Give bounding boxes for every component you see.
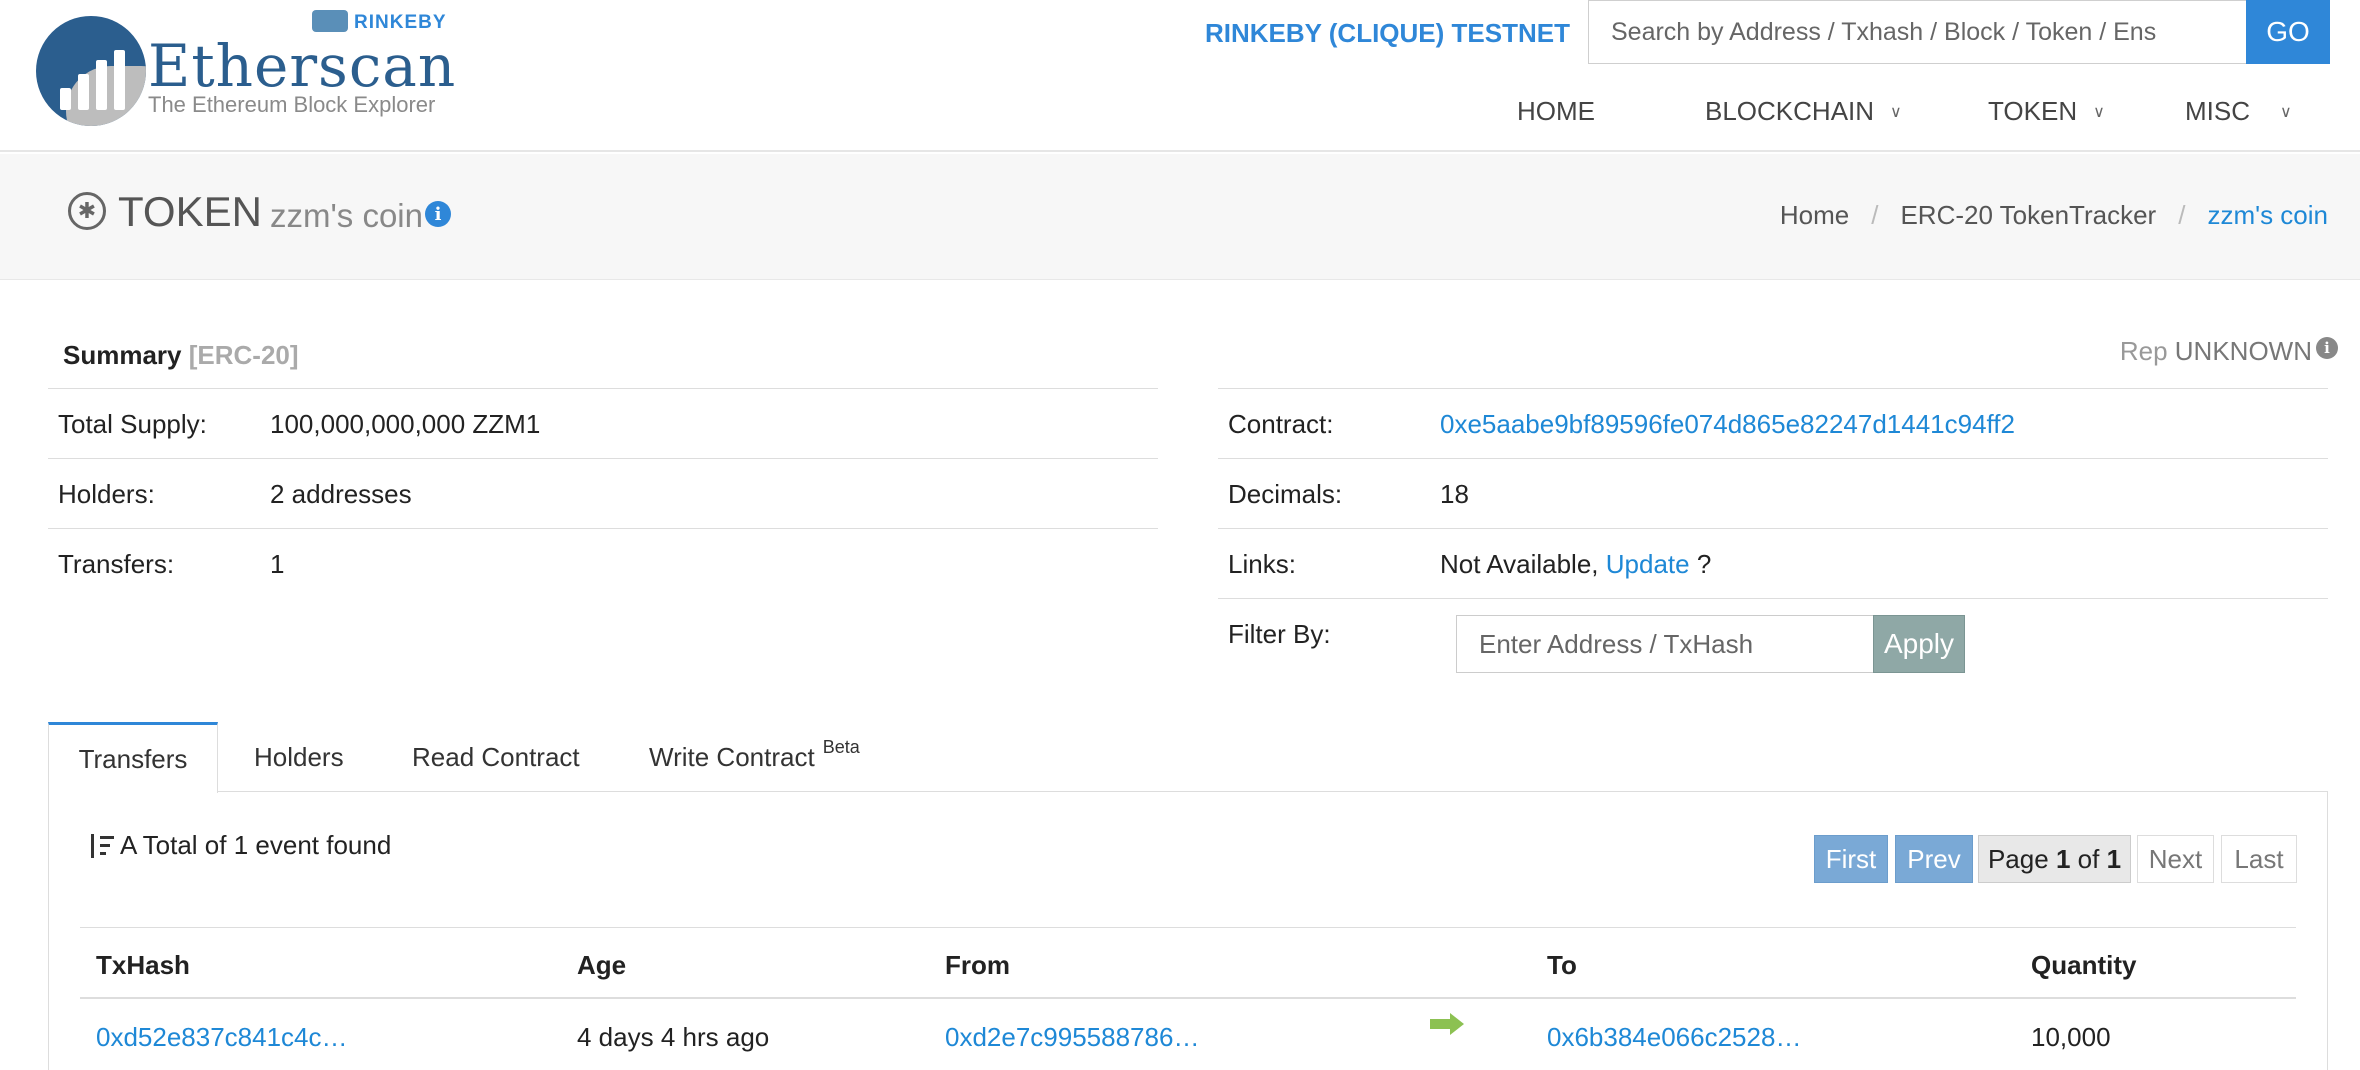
transfer-arrow-icon <box>1430 1013 1464 1035</box>
info-icon[interactable]: i <box>425 201 451 227</box>
event-count: A Total of 1 event found <box>88 830 391 861</box>
token-icon: ✱ <box>68 192 106 230</box>
nav-home[interactable]: HOME <box>1517 96 1595 127</box>
page-indicator: Page 1 of 1 <box>1978 835 2131 883</box>
decimals-label: Decimals: <box>1228 479 1343 509</box>
page-title: TOKEN <box>118 188 262 235</box>
transfers-label: Transfers: <box>58 549 175 579</box>
tab-read-contract[interactable]: Read Contract <box>382 722 610 792</box>
chevron-down-icon: ∨ <box>1890 103 1902 121</box>
links-value: Not Available, Update ? <box>1440 549 1711 580</box>
col-txhash: TxHash <box>96 950 190 980</box>
tab-transfers[interactable]: Transfers <box>48 722 218 793</box>
tab-holders-label: Holders <box>254 741 344 772</box>
nav-blockchain-label: BLOCKCHAIN <box>1705 96 1875 126</box>
network-label: RINKEBY (CLIQUE) TESTNET <box>1205 18 1570 48</box>
table-row: 0xd52e837c841c4c… 4 days 4 hrs ago 0xd2e… <box>80 1000 2296 1070</box>
reputation: Rep UNKNOWN <box>2120 336 2312 367</box>
breadcrumb-current[interactable]: zzm's coin <box>2207 200 2328 231</box>
summary-row-links: Links: Not Available, Update ? <box>1218 528 2328 598</box>
breadcrumb: Home / ERC-20 TokenTracker / zzm's coin <box>1780 200 2328 231</box>
summary-row-transfers: Transfers: 1 <box>48 528 1158 598</box>
contract-label: Contract: <box>1228 409 1334 439</box>
tab-read-contract-label: Read Contract <box>412 741 580 772</box>
token-name: zzm's coin <box>270 197 423 234</box>
links-update-link[interactable]: Update <box>1606 549 1690 579</box>
nav-misc-label: MISC <box>2185 96 2250 126</box>
age-value: 4 days 4 hrs ago <box>577 1022 770 1052</box>
beta-badge: Beta <box>822 736 860 757</box>
rep-value: UNKNOWN <box>2174 336 2312 366</box>
tab-holders[interactable]: Holders <box>224 722 374 792</box>
summary-row-contract: Contract: 0xe5aabe9bf89596fe074d865e8224… <box>1218 388 2328 458</box>
event-count-text: A Total of 1 event found <box>120 830 392 860</box>
search-go-button[interactable]: GO <box>2246 0 2330 64</box>
transfers-table-header: TxHash Age From To Quantity <box>80 927 2296 999</box>
to-address-link[interactable]: 0x6b384e066c2528… <box>1547 1022 1801 1052</box>
logo-wordmark: Etherscan <box>148 32 457 100</box>
filter-input[interactable] <box>1456 615 1874 673</box>
contract-address-link[interactable]: 0xe5aabe9bf89596fe074d865e82247d1441c94f… <box>1440 409 2015 440</box>
chevron-down-icon: ∨ <box>2280 103 2292 121</box>
total-pages: 1 <box>2106 843 2122 874</box>
breadcrumb-separator: / <box>1871 200 1879 230</box>
nav-home-label: HOME <box>1517 96 1595 126</box>
prev-page-button[interactable]: Prev <box>1895 835 1973 883</box>
page-of: of <box>2077 843 2100 874</box>
from-address-link[interactable]: 0xd2e7c995588786… <box>945 1022 1199 1052</box>
summary-row-holders: Holders: 2 addresses <box>48 458 1158 528</box>
col-to: To <box>1547 950 1577 980</box>
total-supply-label: Total Supply: <box>58 409 207 439</box>
sort-amount-icon <box>88 832 114 860</box>
tab-write-contract-label: Write Contract <box>649 741 815 772</box>
holders-value: 2 addresses <box>270 479 412 509</box>
logo-mark-icon <box>36 16 146 126</box>
holders-label: Holders: <box>58 479 155 509</box>
nav-token[interactable]: TOKEN ∨ <box>1988 96 2105 127</box>
site-header: Etherscan The Ethereum Block Explorer RI… <box>0 0 2360 152</box>
page-prefix: Page <box>1987 843 2049 874</box>
etherscan-logo[interactable]: Etherscan The Ethereum Block Explorer RI… <box>36 10 457 126</box>
tab-transfers-label: Transfers <box>78 743 188 774</box>
links-label: Links: <box>1228 549 1296 579</box>
first-page-button[interactable]: First <box>1814 835 1888 883</box>
logo-tagline: The Ethereum Block Explorer <box>148 92 436 117</box>
total-supply-value: 100,000,000,000 ZZM1 <box>270 409 541 439</box>
transfers-value: 1 <box>270 549 285 579</box>
network-badge: RINKEBY <box>354 12 447 33</box>
search-box <box>1588 0 2248 64</box>
next-page-button[interactable]: Next <box>2137 835 2214 883</box>
nav-token-label: TOKEN <box>1988 96 2078 126</box>
last-page-button[interactable]: Last <box>2221 835 2297 883</box>
network-train-icon <box>312 10 348 32</box>
chevron-down-icon: ∨ <box>2093 103 2105 121</box>
rep-label: Rep <box>2119 336 2168 366</box>
links-text: Not Available, <box>1440 549 1599 579</box>
current-page: 1 <box>2055 843 2071 874</box>
txhash-link[interactable]: 0xd52e837c841c4c… <box>96 1022 348 1052</box>
quantity-value: 10,000 <box>2031 1022 2111 1052</box>
apply-button[interactable]: Apply <box>1873 615 1965 673</box>
breadcrumb-separator: / <box>2178 200 2186 230</box>
nav-misc[interactable]: MISC ∨ <box>2185 96 2292 127</box>
decimals-value: 18 <box>1440 479 1469 509</box>
links-question: ? <box>1696 549 1712 579</box>
filter-label: Filter By: <box>1228 619 1331 649</box>
summary-heading: Summary [ERC-20] <box>63 340 299 371</box>
summary-row-total-supply: Total Supply: 100,000,000,000 ZZM1 <box>48 388 1158 458</box>
col-quantity: Quantity <box>2031 950 2137 980</box>
summary-tag: [ERC-20] <box>188 340 299 370</box>
breadcrumb-tokentracker[interactable]: ERC-20 TokenTracker <box>1900 200 2156 231</box>
col-age: Age <box>577 950 627 980</box>
tab-write-contract[interactable]: Write Contract Beta <box>619 722 890 792</box>
search-input[interactable] <box>1589 1 2247 63</box>
breadcrumb-home[interactable]: Home <box>1780 200 1849 231</box>
col-from: From <box>945 950 1010 980</box>
summary-row-decimals: Decimals: 18 <box>1218 458 2328 528</box>
rep-info-icon[interactable]: i <box>2316 337 2338 359</box>
nav-blockchain[interactable]: BLOCKCHAIN ∨ <box>1705 96 1902 127</box>
summary-title: Summary <box>63 340 182 370</box>
